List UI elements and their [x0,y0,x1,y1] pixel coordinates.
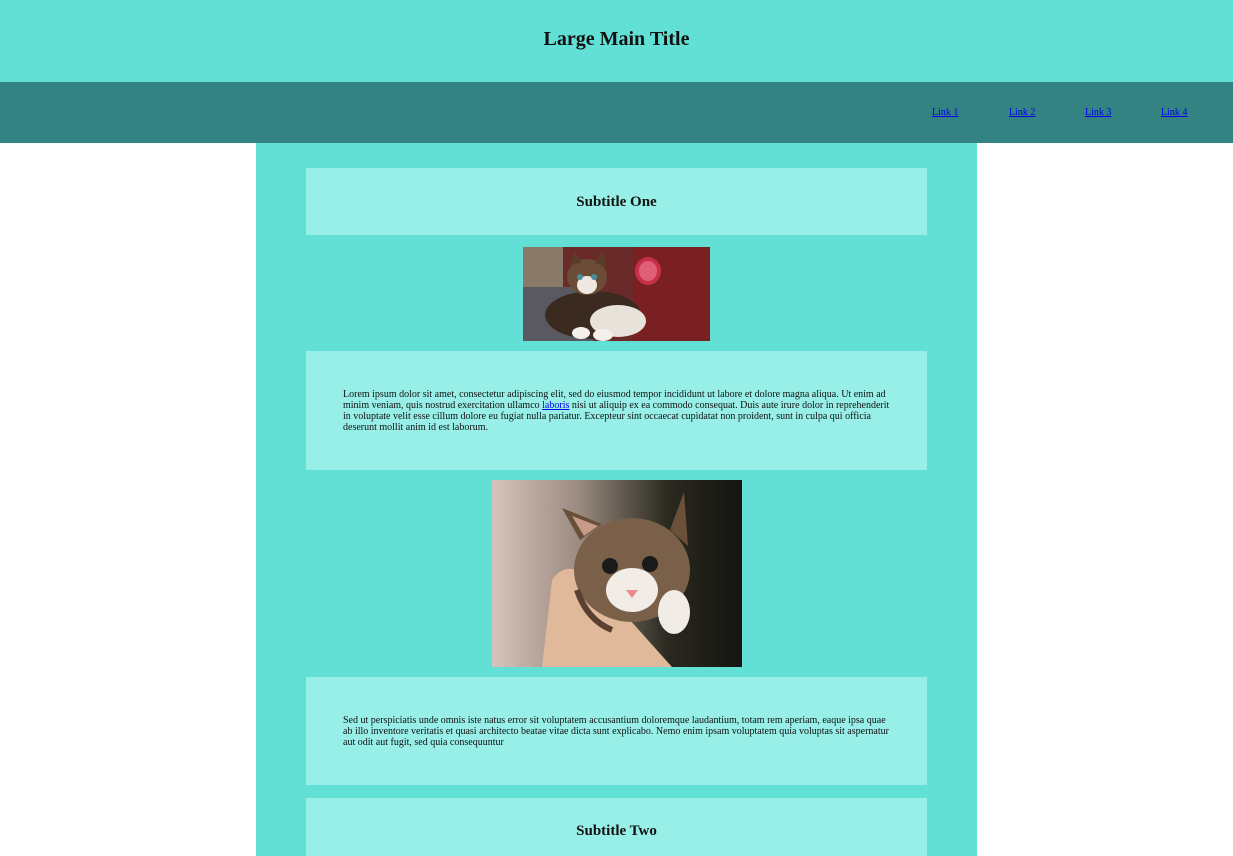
nav-link-3[interactable]: Link 3 [1085,107,1111,119]
text-box-1: Lorem ipsum dolor sit amet, consectetur … [306,351,927,470]
subtitle-two: Subtitle Two [576,823,657,839]
kitten-image-1 [523,247,710,341]
text-box-2: Sed ut perspiciatis unde omnis iste natu… [306,677,927,785]
laboris-link[interactable]: laboris [542,400,569,411]
main-content: Subtitle One Lorem ipsum dolor sit amet,… [256,143,977,856]
nav-bar: Link 1 Link 2 Link 3 Link 4 [0,82,1233,143]
kitten-image-2 [492,480,742,667]
nav-link-2[interactable]: Link 2 [1009,107,1035,119]
main-title: Large Main Title [543,28,690,50]
subtitle-one: Subtitle One [576,194,657,210]
page-header: Large Main Title [0,0,1233,82]
nav-link-4[interactable]: Link 4 [1161,107,1187,119]
paragraph-1: Lorem ipsum dolor sit amet, consectetur … [343,389,893,433]
nav-link-1[interactable]: Link 1 [932,107,958,119]
subtitle-one-box: Subtitle One [306,168,927,235]
paragraph-2: Sed ut perspiciatis unde omnis iste natu… [343,715,889,748]
subtitle-two-box: Subtitle Two [306,798,927,856]
